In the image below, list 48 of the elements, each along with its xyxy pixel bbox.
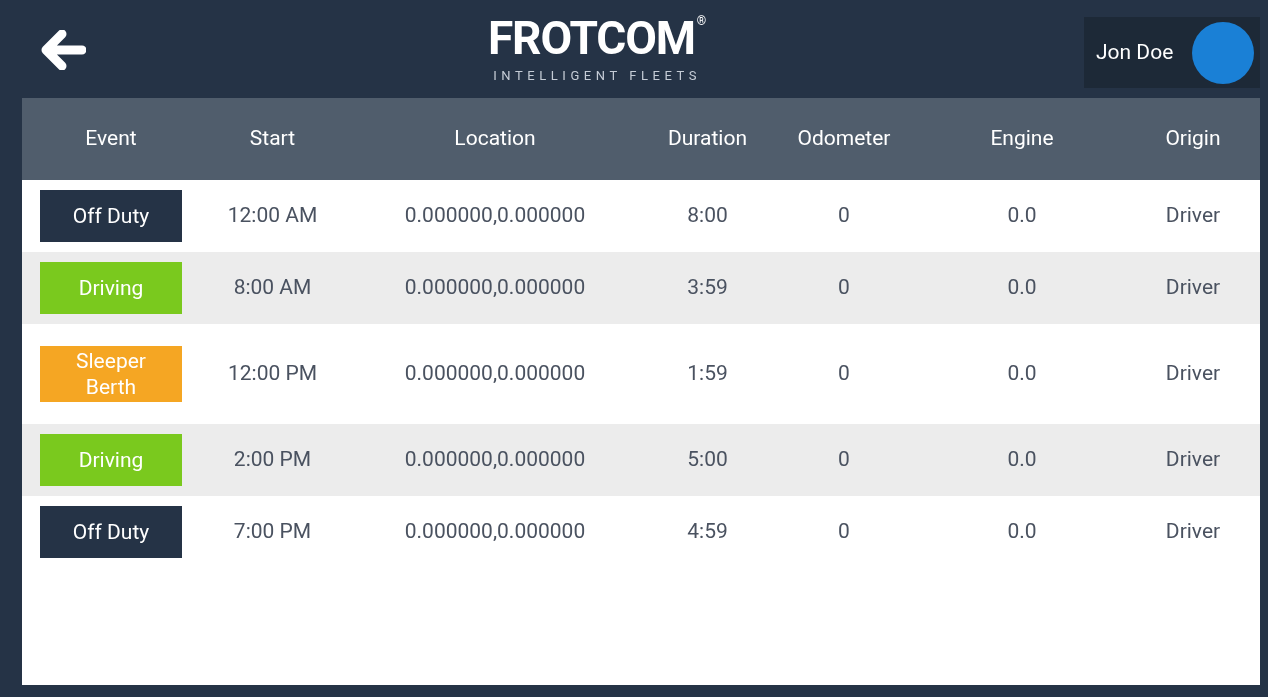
table-cell-text: 4:59 bbox=[686, 518, 729, 546]
table-cell-text: 8:00 AM bbox=[232, 274, 313, 302]
table-cell-text: 0 bbox=[837, 360, 851, 388]
event-badge: Driving bbox=[40, 434, 182, 486]
table-cell-text: 5:00 bbox=[686, 446, 729, 474]
column-header: Location bbox=[453, 125, 537, 153]
table-cell-text: Driver bbox=[1164, 202, 1222, 230]
user-panel[interactable]: Jon Doe bbox=[1084, 17, 1260, 88]
table-cell-text: 7:00 PM bbox=[232, 518, 313, 546]
table-cell-text: 0.000000,0.000000 bbox=[403, 274, 587, 302]
table-cell-text: 0.0 bbox=[1006, 518, 1038, 546]
table-cell-text: 0.0 bbox=[1006, 446, 1038, 474]
logo-tagline: INTELLIGENT FLEETS bbox=[493, 67, 701, 85]
table-cell-text: Driver bbox=[1164, 446, 1222, 474]
table-cell-text: Driver bbox=[1164, 518, 1222, 546]
table-cell-text: 12:00 PM bbox=[226, 360, 319, 388]
table-cell-text: 3:59 bbox=[686, 274, 729, 302]
table-cell-text: 0 bbox=[837, 446, 851, 474]
table-cell-text: 0.0 bbox=[1006, 274, 1038, 302]
table-cell-text: 1:59 bbox=[686, 360, 729, 388]
table-cell-text: 0.000000,0.000000 bbox=[403, 202, 587, 230]
event-badge: Driving bbox=[40, 262, 182, 314]
table-cell-text: Driver bbox=[1164, 274, 1222, 302]
table-cell-text: 0 bbox=[837, 202, 851, 230]
registered-mark: ® bbox=[696, 14, 707, 28]
event-badge: Sleeper Berth bbox=[40, 346, 182, 402]
table-cell-text: 0.000000,0.000000 bbox=[403, 518, 587, 546]
column-header: Event bbox=[84, 125, 138, 153]
event-badge: Off Duty bbox=[40, 506, 182, 558]
column-header: Odometer bbox=[796, 125, 892, 153]
table-cell-text: Driver bbox=[1164, 360, 1222, 388]
table-cell-text: 8:00 bbox=[686, 202, 729, 230]
user-name: Jon Doe bbox=[1096, 38, 1174, 66]
table-cell-text: 0 bbox=[837, 518, 851, 546]
column-header: Duration bbox=[666, 125, 748, 153]
table-cell-text: 0.000000,0.000000 bbox=[403, 360, 587, 388]
table-cell-text: 0.0 bbox=[1006, 360, 1038, 388]
column-header: Start bbox=[248, 125, 297, 153]
column-header: Engine bbox=[989, 125, 1055, 153]
back-arrow-icon bbox=[40, 30, 86, 70]
column-header: Origin bbox=[1164, 125, 1222, 153]
event-badge: Off Duty bbox=[40, 190, 182, 242]
table-cell-text: 12:00 AM bbox=[226, 202, 319, 230]
table-cell-text: 2:00 PM bbox=[232, 446, 313, 474]
table-cell-text: 0 bbox=[837, 274, 851, 302]
logo-name: FROTCOM bbox=[488, 14, 695, 62]
table-cell-text: 0.000000,0.000000 bbox=[403, 446, 587, 474]
table-cell-text: 0.0 bbox=[1006, 202, 1038, 230]
